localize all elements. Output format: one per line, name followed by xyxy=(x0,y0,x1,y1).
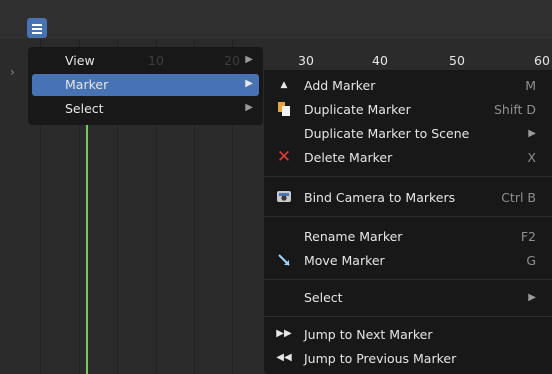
menu-separator xyxy=(264,279,552,280)
submenu-arrow-icon: ▶ xyxy=(528,292,536,303)
shortcut-label: Shift D xyxy=(493,102,536,117)
previous-marker-icon: ◀◀ xyxy=(276,352,292,363)
shortcut-label: G xyxy=(526,253,536,268)
camera-icon xyxy=(276,189,292,205)
menu-item-move-marker[interactable]: Move Marker G xyxy=(264,249,552,273)
menu-item-label: Jump to Next Marker xyxy=(304,327,433,342)
next-marker-icon: ▶▶ xyxy=(276,328,292,339)
submenu-arrow-icon: ▶ xyxy=(245,78,253,89)
menu-item-view[interactable]: View ▶ xyxy=(32,50,259,72)
move-arrow-icon xyxy=(276,252,292,268)
shortcut-label: X xyxy=(527,150,536,165)
menu-item-add-marker[interactable]: ▲ Add Marker M xyxy=(264,74,552,98)
menu-item-label: Select xyxy=(304,290,343,305)
menu-item-label: Rename Marker xyxy=(304,229,403,244)
menu-item-select-submenu[interactable]: Select ▶ xyxy=(264,286,552,310)
shortcut-label: F2 xyxy=(520,229,536,244)
menu-item-marker[interactable]: Marker ▶ xyxy=(32,74,259,96)
ruler-label: 40 xyxy=(372,53,388,68)
submenu-arrow-icon: ▶ xyxy=(528,128,536,139)
hamburger-menu-icon xyxy=(32,24,42,26)
sidebar-expand-icon[interactable]: › xyxy=(10,65,15,79)
menu-separator xyxy=(264,316,552,317)
submenu-arrow-icon: ▶ xyxy=(245,102,253,113)
menu-item-jump-next-marker[interactable]: ▶▶ Jump to Next Marker xyxy=(264,323,552,347)
ruler-label: 60 xyxy=(534,53,550,68)
menu-item-rename-marker[interactable]: Rename Marker F2 xyxy=(264,225,552,249)
timeline-menu: 10 20 View ▶ Marker ▶ Select ▶ xyxy=(28,47,263,125)
marker-submenu: ▲ Add Marker M Duplicate Marker Shift D … xyxy=(264,70,552,374)
menu-item-label: Move Marker xyxy=(304,253,385,268)
frame-ruler[interactable]: 30 40 50 60 xyxy=(262,39,552,73)
duplicate-icon xyxy=(276,101,292,117)
menu-item-label: Select xyxy=(65,101,104,116)
menu-item-label: Delete Marker xyxy=(304,150,393,165)
menu-item-delete-marker[interactable]: ✕ Delete Marker X xyxy=(264,146,552,170)
menu-separator xyxy=(264,216,552,217)
menu-item-label: Marker xyxy=(65,77,109,92)
menu-item-duplicate-marker-to-scene[interactable]: Duplicate Marker to Scene ▶ xyxy=(264,122,552,146)
editor-menu-button[interactable] xyxy=(27,18,47,38)
submenu-arrow-icon: ▶ xyxy=(245,54,253,65)
menu-item-select[interactable]: Select ▶ xyxy=(32,98,259,120)
ruler-label: 30 xyxy=(298,53,314,68)
menu-item-label: Add Marker xyxy=(304,78,376,93)
menu-item-label: Bind Camera to Markers xyxy=(304,190,456,205)
shortcut-label: Ctrl B xyxy=(501,190,536,205)
menu-item-label: View xyxy=(65,53,95,68)
editor-header xyxy=(0,0,552,39)
shortcut-label: M xyxy=(525,78,536,93)
menu-item-jump-previous-marker[interactable]: ◀◀ Jump to Previous Marker xyxy=(264,347,552,371)
menu-item-label: Jump to Previous Marker xyxy=(304,351,457,366)
menu-item-label: Duplicate Marker xyxy=(304,102,411,117)
delete-x-icon: ✕ xyxy=(276,147,292,167)
add-marker-icon: ▲ xyxy=(280,80,288,90)
ruler-label: 50 xyxy=(449,53,465,68)
menu-item-duplicate-marker[interactable]: Duplicate Marker Shift D xyxy=(264,98,552,122)
menu-item-label: Duplicate Marker to Scene xyxy=(304,126,470,141)
menu-separator xyxy=(264,176,552,177)
menu-item-bind-camera[interactable]: Bind Camera to Markers Ctrl B xyxy=(264,186,552,210)
